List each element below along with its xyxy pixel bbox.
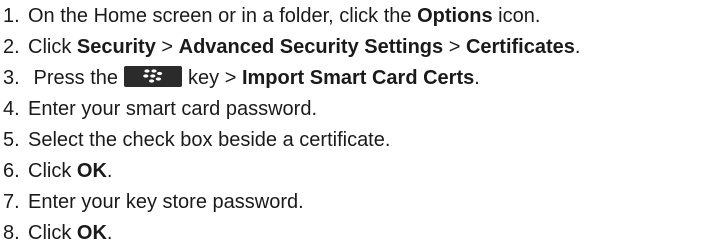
certificates-label: Certificates [465, 36, 575, 58]
import-smart-card-certs-label: Import Smart Card Certs [241, 67, 475, 89]
ok-label: OK [76, 160, 107, 182]
step-number: 2. [3, 36, 20, 58]
step-3: 3. Press the key > Import Smart Card Cert… [3, 64, 480, 92]
step-5: 5. Select the check box beside a certific… [3, 126, 390, 154]
step-7: 7. Enter your key store password. [3, 188, 304, 216]
ok-label: OK [76, 222, 107, 244]
blackberry-logo-icon [143, 69, 163, 83]
step-number: 6. [3, 160, 20, 182]
step-text: Select the check box beside a certificat… [28, 129, 391, 151]
security-label: Security [76, 36, 156, 58]
step-text: Enter your key store password. [28, 191, 304, 213]
step-number: 3. [3, 67, 20, 89]
blackberry-menu-key-icon [124, 66, 183, 88]
step-text: . [474, 67, 480, 89]
step-text: key > [188, 67, 242, 89]
step-1: 1. On the Home screen or in a folder, cli… [3, 2, 540, 30]
step-text: icon. [492, 5, 541, 27]
separator: > [443, 36, 466, 58]
step-text: . [106, 160, 113, 182]
step-number: 7. [3, 191, 20, 213]
step-6: 6. Click OK. [3, 157, 112, 185]
step-number: 1. [3, 5, 20, 27]
step-2: 2. Click Security > Advanced Security Set… [3, 33, 580, 61]
advanced-security-settings-label: Advanced Security Settings [178, 36, 444, 58]
instruction-steps: 1. On the Home screen or in a folder, cli… [0, 0, 714, 252]
step-text: On the Home screen or in a folder, click… [28, 5, 418, 27]
step-number: 4. [3, 98, 20, 120]
step-text: Enter your smart card password. [28, 98, 317, 120]
step-text: Press the [28, 67, 119, 89]
step-4: 4. Enter your smart card password. [3, 95, 317, 123]
step-text: . [106, 222, 113, 244]
step-text: Click [28, 36, 77, 58]
step-text: . [574, 36, 581, 58]
separator: > [155, 36, 179, 58]
step-number: 8. [3, 222, 20, 244]
step-text: Click [28, 160, 77, 182]
step-number: 5. [3, 129, 20, 151]
step-text: Click [28, 222, 77, 244]
options-label: Options [417, 5, 493, 27]
step-8: 8. Click OK. [3, 219, 112, 247]
